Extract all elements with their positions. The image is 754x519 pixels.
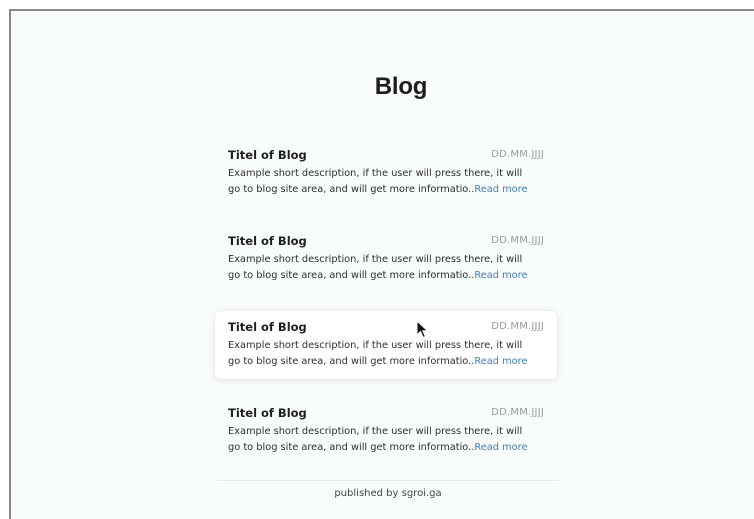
page-title: Blog (374, 73, 428, 100)
post-title[interactable]: Titel of Blog (228, 234, 307, 248)
blog-post-card[interactable]: Titel of Blog DD.MM.JJJJ Example short d… (215, 311, 557, 379)
blog-post-card[interactable]: Titel of Blog DD.MM.JJJJ Example short d… (215, 225, 557, 293)
post-date: DD.MM.JJJJ (491, 321, 544, 332)
mouse-pointer-icon (416, 320, 429, 339)
post-title[interactable]: Titel of Blog (228, 148, 307, 162)
post-title[interactable]: Titel of Blog (228, 406, 307, 420)
post-date: DD.MM.JJJJ (491, 407, 544, 418)
read-more-link[interactable]: Read more (474, 270, 527, 281)
post-description-line: Example short description, if the user w… (228, 168, 523, 179)
post-description-line: Example short description, if the user w… (228, 340, 523, 351)
read-more-link[interactable]: Read more (474, 442, 527, 453)
post-description-line: Example short description, if the user w… (228, 254, 523, 265)
footer-divider (217, 480, 559, 481)
post-description: Example short description, if the user w… (228, 424, 548, 456)
post-description-line: go to blog site area, and will get more … (228, 184, 475, 195)
post-description-line: Example short description, if the user w… (228, 426, 523, 437)
blog-post-card[interactable]: Titel of Blog DD.MM.JJJJ Example short d… (215, 397, 557, 465)
blog-post-card[interactable]: Titel of Blog DD.MM.JJJJ Example short d… (215, 139, 557, 207)
post-title[interactable]: Titel of Blog (228, 320, 307, 334)
post-date: DD.MM.JJJJ (491, 149, 544, 160)
post-date: DD.MM.JJJJ (491, 235, 544, 246)
post-description: Example short description, if the user w… (228, 338, 548, 370)
post-description-line: go to blog site area, and will get more … (228, 270, 475, 281)
read-more-link[interactable]: Read more (474, 184, 527, 195)
post-description: Example short description, if the user w… (228, 166, 548, 198)
browser-viewport: Blog Titel of Blog DD.MM.JJJJ Example sh… (9, 9, 754, 519)
post-description-line: go to blog site area, and will get more … (228, 356, 475, 367)
footer-credit: published by sgroi.ga (334, 488, 442, 499)
post-description: Example short description, if the user w… (228, 252, 548, 284)
read-more-link[interactable]: Read more (474, 356, 527, 367)
post-description-line: go to blog site area, and will get more … (228, 442, 475, 453)
